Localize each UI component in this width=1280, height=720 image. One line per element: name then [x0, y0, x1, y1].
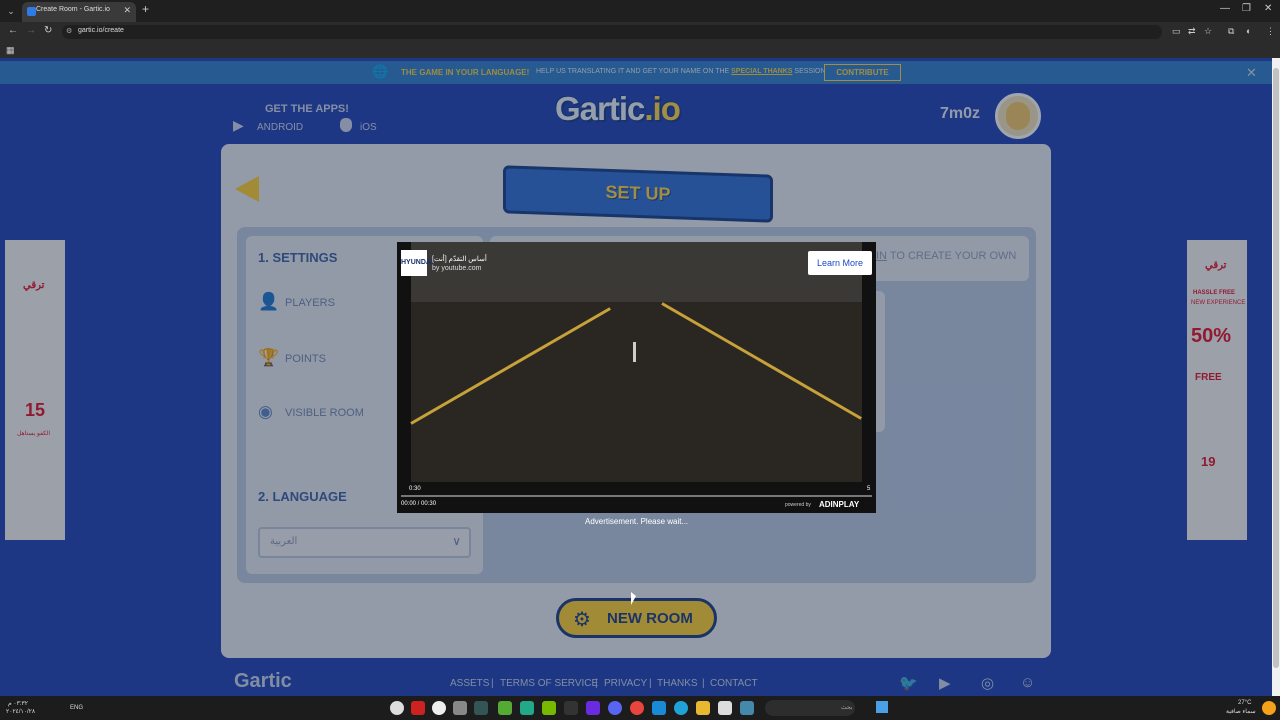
profile-icon[interactable]: ◐: [1246, 26, 1251, 36]
search-placeholder: بحث: [841, 705, 853, 711]
taskbar-app-icon[interactable]: [453, 701, 467, 715]
bookmark-star-icon[interactable]: ☆: [1204, 26, 1212, 37]
video-sky: [411, 242, 862, 302]
taskbar-app-icon[interactable]: [718, 701, 732, 715]
cast-icon[interactable]: ▭: [1172, 26, 1181, 37]
page-viewport: 🌐 THE GAME IN YOUR LANGUAGE! HELP US TRA…: [0, 58, 1272, 696]
page-scrollbar[interactable]: [1272, 58, 1280, 696]
hyundai-logo-icon: HYUNDAI: [401, 250, 433, 276]
back-arrow-icon[interactable]: ←: [8, 25, 18, 36]
extensions-icon[interactable]: ⧉: [1228, 26, 1234, 37]
apps-grid-icon[interactable]: ▦: [6, 45, 15, 56]
input-language-indicator[interactable]: ENG: [70, 705, 83, 711]
video-remaining: 5: [867, 486, 871, 492]
chrome-icon[interactable]: [630, 701, 644, 715]
powered-by-label: powered by: [785, 502, 811, 508]
reload-icon[interactable]: ↻: [44, 25, 52, 36]
video-source: by youtube.com: [432, 265, 482, 272]
windows-taskbar: ٠٣:٣٢ م ٢٠٢٤/١٠/٢٨ ENG بحث 27°C سماء صاف…: [0, 696, 1280, 720]
weather-temp[interactable]: 27°C: [1238, 700, 1251, 706]
video-countdown: 0:30: [409, 486, 421, 492]
ad-wait-label: Advertisement. Please wait...: [585, 517, 689, 526]
taskbar-clock-date[interactable]: ٢٠٢٤/١٠/٢٨: [6, 708, 35, 715]
file-explorer-icon[interactable]: [696, 701, 710, 715]
taskbar-app-icon[interactable]: [586, 701, 600, 715]
maximize-icon[interactable]: ❐: [1242, 3, 1251, 14]
start-windows-icon[interactable]: [876, 701, 888, 713]
taskbar-app-icon[interactable]: [520, 701, 534, 715]
taskbar-app-icon[interactable]: [411, 701, 425, 715]
weather-desc[interactable]: سماء صافية: [1226, 708, 1256, 715]
browser-tab-bar: ⌄ Create Room - Gartic.io ✕ + — ❐ ✕: [0, 0, 1280, 22]
taskbar-app-icon[interactable]: [390, 701, 404, 715]
translate-icon[interactable]: ⇄: [1188, 26, 1196, 37]
window-close-icon[interactable]: ✕: [1264, 3, 1272, 14]
minecraft-icon[interactable]: [498, 701, 512, 715]
site-info-icon[interactable]: ⚙: [66, 27, 72, 35]
address-bar-row: ← → ↻ ⚙ gartic.io/create ▭ ⇄ ☆ ⧉ ◐ ⋮: [0, 22, 1280, 42]
bookmark-bar: ▦: [0, 42, 1280, 58]
weather-sun-icon[interactable]: [1262, 701, 1276, 715]
discord-taskbar-icon[interactable]: [608, 701, 622, 715]
nvidia-icon[interactable]: [542, 701, 556, 715]
learn-more-button[interactable]: Learn More: [808, 251, 872, 275]
video-road: [410, 302, 862, 482]
taskbar-search[interactable]: بحث: [765, 700, 855, 716]
road-edge-line: [661, 302, 862, 420]
tab-favicon-icon: [27, 7, 36, 16]
video-ad[interactable]: HYUNDAI [أنت] أساس التقدّم by youtube.co…: [397, 242, 876, 513]
edge-icon[interactable]: [674, 701, 688, 715]
road-edge-line: [410, 307, 611, 425]
forward-arrow-icon[interactable]: →: [26, 25, 36, 36]
video-progress-bar[interactable]: [401, 495, 872, 497]
new-tab-icon[interactable]: +: [142, 2, 149, 16]
taskbar-app-icon[interactable]: [740, 701, 754, 715]
tab-title: Create Room - Gartic.io: [36, 6, 110, 13]
browser-menu-icon[interactable]: ⋮: [1266, 26, 1275, 37]
browser-tab[interactable]: Create Room - Gartic.io ✕: [22, 2, 136, 22]
taskbar-clock-time[interactable]: ٠٣:٣٢ م: [8, 700, 28, 707]
mouse-cursor-icon: [631, 592, 636, 605]
minimize-icon[interactable]: —: [1220, 3, 1230, 14]
steam-icon[interactable]: [474, 701, 488, 715]
road-center-line: [633, 342, 636, 362]
url-field[interactable]: ⚙ gartic.io/create: [62, 25, 1162, 39]
url-text: gartic.io/create: [78, 27, 124, 34]
taskbar-app-icon[interactable]: [432, 701, 446, 715]
tab-search-icon[interactable]: ⌄: [4, 4, 18, 18]
scrollbar-thumb[interactable]: [1273, 68, 1279, 668]
video-title[interactable]: [أنت] أساس التقدّم: [432, 255, 487, 263]
taskbar-app-icon[interactable]: [652, 701, 666, 715]
adinplay-logo[interactable]: ADINPLAY: [819, 500, 859, 509]
terminal-icon[interactable]: [564, 701, 578, 715]
video-time: 00:00 / 00:30: [401, 501, 437, 507]
tab-close-icon[interactable]: ✕: [123, 5, 131, 16]
